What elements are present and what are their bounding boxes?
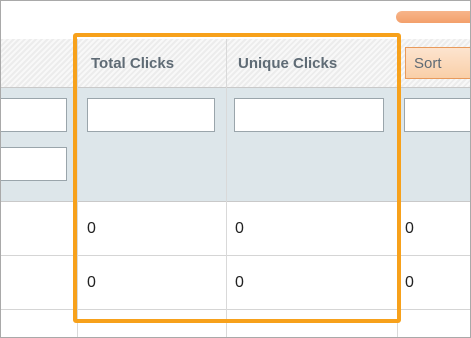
grid-header-row: Total Clicks Unique Clicks (1, 39, 470, 88)
next-column-cell: 0 (405, 219, 414, 237)
accent-strip (396, 11, 470, 23)
filter-input-next[interactable] (404, 98, 470, 132)
unique-clicks-cell: 0 (235, 219, 244, 237)
header-cell-prev (1, 39, 77, 87)
total-clicks-cell: 0 (87, 219, 96, 237)
column-header-total-clicks-label: Total Clicks (91, 54, 175, 72)
unique-clicks-filter-input[interactable] (234, 98, 384, 132)
table-row: 0 0 0 (1, 256, 470, 310)
column-divider (226, 39, 227, 337)
filter-row (1, 88, 470, 202)
column-divider (397, 39, 398, 337)
column-divider (77, 39, 78, 337)
table-row: 0 0 0 (1, 202, 470, 256)
sort-button-label: Sort (414, 54, 442, 72)
filter-input-prev-top[interactable] (1, 98, 67, 132)
grid-frame: Total Clicks Unique Clicks Sort 0 0 0 0 … (0, 0, 471, 338)
column-header-unique-clicks[interactable]: Unique Clicks (228, 39, 398, 87)
filter-input-prev-bottom[interactable] (1, 147, 67, 181)
sort-button[interactable]: Sort (405, 47, 470, 79)
total-clicks-cell: 0 (87, 273, 96, 291)
column-header-total-clicks[interactable]: Total Clicks (83, 39, 227, 87)
column-header-unique-clicks-label: Unique Clicks (238, 54, 338, 72)
unique-clicks-cell: 0 (235, 273, 244, 291)
total-clicks-filter-input[interactable] (87, 98, 215, 132)
next-column-cell: 0 (405, 273, 414, 291)
